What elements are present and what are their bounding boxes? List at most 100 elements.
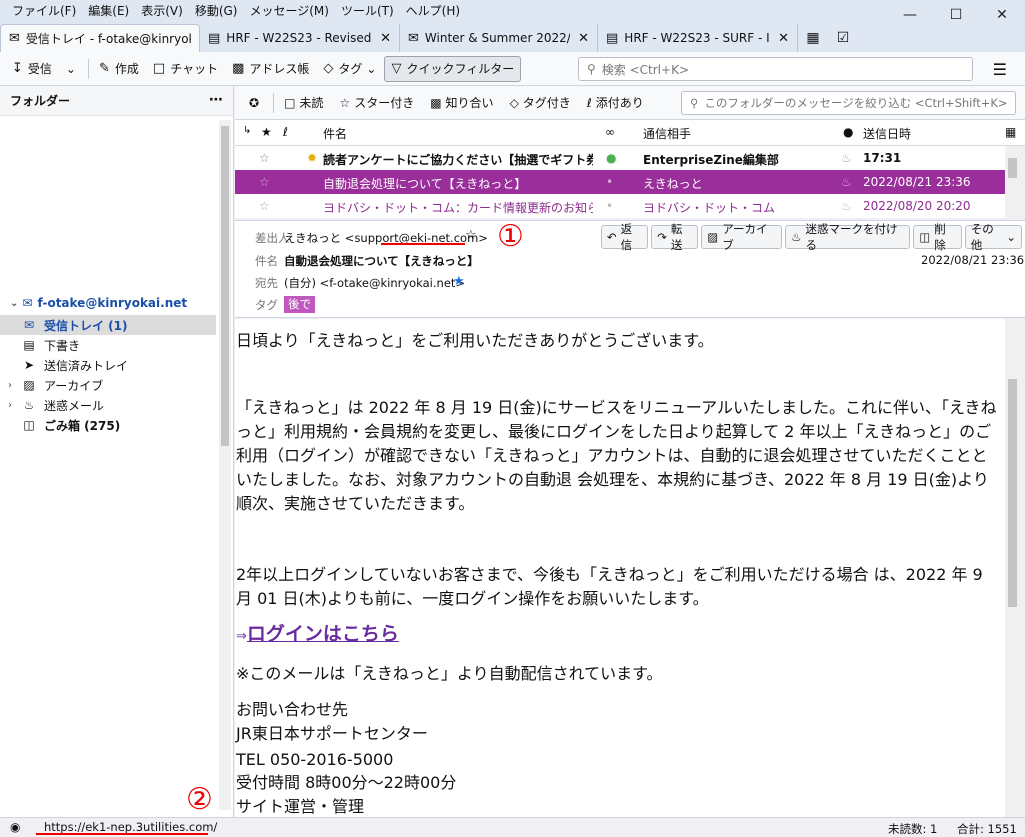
menu-hamburger-icon[interactable]: ☰ bbox=[993, 60, 1007, 79]
chevron-right-icon[interactable]: › bbox=[0, 380, 20, 391]
address-book-button[interactable]: ▩ アドレス帳 bbox=[226, 56, 315, 82]
junk-status-icon[interactable]: ♨ bbox=[841, 151, 852, 165]
close-tab-icon[interactable]: ✕ bbox=[380, 31, 391, 46]
subject-column-header[interactable]: 件名 bbox=[323, 125, 347, 142]
mark-junk-button[interactable]: ♨ 迷惑マークを付ける bbox=[785, 222, 911, 252]
menu-go[interactable]: 移動(G) bbox=[189, 0, 244, 22]
junk-column-icon[interactable]: ● bbox=[843, 125, 853, 139]
menu-help[interactable]: ヘルプ(H) bbox=[400, 0, 466, 22]
global-search-input[interactable]: ⚲ 検索 <Ctrl+K> bbox=[578, 57, 973, 81]
compose-button[interactable]: ✎ 作成 bbox=[93, 56, 145, 82]
chevron-down-icon[interactable]: ⌄ bbox=[10, 298, 18, 309]
chat-button[interactable]: □ チャット bbox=[147, 56, 224, 82]
to-label: 宛先 bbox=[255, 276, 278, 290]
message-body-scrollbar[interactable] bbox=[1005, 319, 1020, 817]
subject-value: 自動退会処理について【えきねっと】 bbox=[284, 254, 479, 268]
star-icon[interactable]: ☆ bbox=[465, 228, 477, 243]
tag-label: タグ bbox=[255, 298, 278, 312]
folder-scrollbar[interactable] bbox=[219, 120, 231, 810]
delete-button[interactable]: ◫ 削除 bbox=[913, 222, 962, 252]
tag-icon: ◇ bbox=[323, 61, 334, 76]
folder-item-inbox[interactable]: ✉ 受信トレイ (1) bbox=[0, 315, 216, 335]
folder-label: ごみ箱 (275) bbox=[44, 418, 121, 433]
read-dot-icon[interactable]: • bbox=[606, 175, 613, 189]
body-paragraph: TEL 050-2016-5000 bbox=[236, 750, 394, 769]
star-icon[interactable]: ☆ bbox=[259, 175, 270, 189]
message-row-selected[interactable]: ☆ 自動退会処理について【えきねっと】 • えきねっと ♨ 2022/08/21… bbox=[235, 170, 1005, 194]
tab-document-2[interactable]: ▤ HRF - W22S23 - SURF - IN ✕ bbox=[598, 24, 798, 52]
attachment-filter-button[interactable]: ℓ 添付あり bbox=[581, 91, 650, 115]
folder-filter-input[interactable]: ⚲ このフォルダーのメッセージを絞り込む <Ctrl+Shift+K> bbox=[681, 91, 1016, 115]
folder-item-archive[interactable]: › ▨ アーカイブ bbox=[0, 375, 216, 395]
close-tab-icon[interactable]: ✕ bbox=[778, 31, 789, 46]
unread-dot-icon[interactable]: ● bbox=[606, 151, 616, 165]
sticky-filter-button[interactable]: ✪ bbox=[243, 91, 265, 115]
account-row[interactable]: ⌄ ✉ f-otake@kinryokai.net bbox=[10, 296, 187, 310]
tag-icon: ◇ bbox=[509, 95, 519, 110]
other-label: その他 bbox=[970, 222, 994, 252]
star-icon[interactable]: ☆ bbox=[259, 151, 270, 165]
toolbar-separator bbox=[87, 58, 89, 79]
message-list-scrollbar[interactable] bbox=[1005, 146, 1020, 218]
attachment-column-icon[interactable]: ℓ bbox=[283, 125, 288, 139]
tab-document-1[interactable]: ▤ HRF - W22S23 - Revised - ✕ bbox=[200, 24, 400, 52]
junk-status-icon[interactable]: ♨ bbox=[841, 199, 852, 213]
tag-button[interactable]: ◇ タグ ⌄ bbox=[317, 56, 382, 82]
column-picker-icon[interactable]: ▦ bbox=[1005, 125, 1016, 139]
folder-label: 下書き bbox=[44, 338, 81, 353]
junk-status-icon[interactable]: ♨ bbox=[841, 175, 852, 189]
annotation-one: ① bbox=[497, 219, 524, 254]
folder-item-trash[interactable]: ◫ ごみ箱 (275) bbox=[0, 415, 216, 435]
reply-button[interactable]: ↶ 返信 bbox=[601, 222, 649, 252]
to-value[interactable]: (自分) <f-otake@kinryokai.net> bbox=[284, 275, 465, 291]
online-status-icon[interactable]: ◉ bbox=[10, 820, 20, 834]
thread-column-icon[interactable]: ↳ bbox=[243, 125, 251, 136]
correspondent-column-header[interactable]: 通信相手 bbox=[643, 125, 691, 142]
folder-item-junk[interactable]: › ♨ 迷惑メール bbox=[0, 395, 216, 415]
contacts-filter-button[interactable]: ▩ 知り合い bbox=[424, 91, 499, 115]
archive-button[interactable]: ▨ アーカイブ bbox=[701, 222, 783, 252]
other-actions-button[interactable]: その他 ⌄ bbox=[964, 222, 1022, 252]
download-icon: ↧ bbox=[12, 61, 23, 76]
chevron-down-icon: ⌄ bbox=[65, 61, 76, 76]
body-paragraph: 2年以上ログインしていないお客さまで、今後も「えきねっと」をご利用いただける場合… bbox=[236, 565, 983, 608]
date-column-header[interactable]: 送信日時 bbox=[863, 125, 911, 142]
menu-view[interactable]: 表示(V) bbox=[135, 0, 189, 22]
login-link[interactable]: ログインはこちら bbox=[247, 623, 399, 645]
tagged-filter-button[interactable]: ◇ タグ付き bbox=[504, 91, 577, 115]
quick-filter-button[interactable]: ▽ クイックフィルター bbox=[384, 55, 522, 82]
star-column-icon[interactable]: ★ bbox=[261, 125, 272, 139]
forward-button[interactable]: ↷ 転送 bbox=[651, 222, 699, 252]
scrollbar-thumb[interactable] bbox=[1008, 158, 1017, 178]
unread-filter-button[interactable]: □ 未読 bbox=[278, 91, 329, 115]
message-row[interactable]: ☆ ✸ 読者アンケートにご協力ください【抽選でギフト券5千円... ● Ente… bbox=[235, 146, 1005, 170]
read-dot-icon[interactable]: • bbox=[606, 199, 613, 213]
scrollbar-thumb[interactable] bbox=[1008, 379, 1017, 607]
read-status-column-icon[interactable]: ∞ bbox=[605, 125, 615, 139]
calendar-icon[interactable]: ▦ bbox=[798, 24, 828, 52]
tab-mail-winter[interactable]: ✉ Winter & Summer 2022/ 2 ✕ bbox=[400, 24, 598, 52]
filter-icon: ▽ bbox=[391, 61, 402, 76]
receive-dropdown[interactable]: ⌄ bbox=[60, 56, 82, 82]
tasks-icon[interactable]: ☑ bbox=[828, 24, 858, 52]
folder-label: 送信済みトレイ bbox=[44, 358, 129, 373]
tab-inbox[interactable]: ✉ 受信トレイ - f-otake@kinryokai bbox=[0, 24, 200, 52]
star-icon[interactable]: ★ bbox=[453, 274, 465, 289]
folder-item-drafts[interactable]: ▤ 下書き bbox=[0, 335, 216, 355]
message-correspondent: えきねっと bbox=[643, 177, 703, 191]
receive-button[interactable]: ↧ 受信 bbox=[6, 56, 58, 82]
chevron-right-icon[interactable]: › bbox=[0, 400, 20, 411]
folder-item-sent[interactable]: ➤ 送信済みトレイ bbox=[0, 355, 216, 375]
close-tab-icon[interactable]: ✕ bbox=[578, 31, 589, 46]
starred-filter-button[interactable]: ☆ スター付き bbox=[333, 91, 420, 115]
message-row[interactable]: ☆ ヨドバシ・ドット・コム：カード情報更新のお知らせ • ヨドバシ・ドット・コム… bbox=[235, 194, 1005, 218]
menu-file[interactable]: ファイル(F) bbox=[6, 0, 82, 22]
body-paragraph: 日頃より「えきねっと」をご利用いただきありがとうございます。 bbox=[236, 331, 714, 350]
more-options-icon[interactable]: ⋯ bbox=[209, 92, 223, 108]
menu-tools[interactable]: ツール(T) bbox=[335, 0, 400, 22]
menu-edit[interactable]: 編集(E) bbox=[82, 0, 135, 22]
scrollbar-thumb[interactable] bbox=[221, 126, 229, 446]
menu-message[interactable]: メッセージ(M) bbox=[243, 0, 334, 22]
star-icon[interactable]: ☆ bbox=[259, 199, 270, 213]
body-paragraph: 「えきねっと」は 2022 年 8 月 19 日(金)にサービスをリニューアルい… bbox=[236, 398, 997, 513]
